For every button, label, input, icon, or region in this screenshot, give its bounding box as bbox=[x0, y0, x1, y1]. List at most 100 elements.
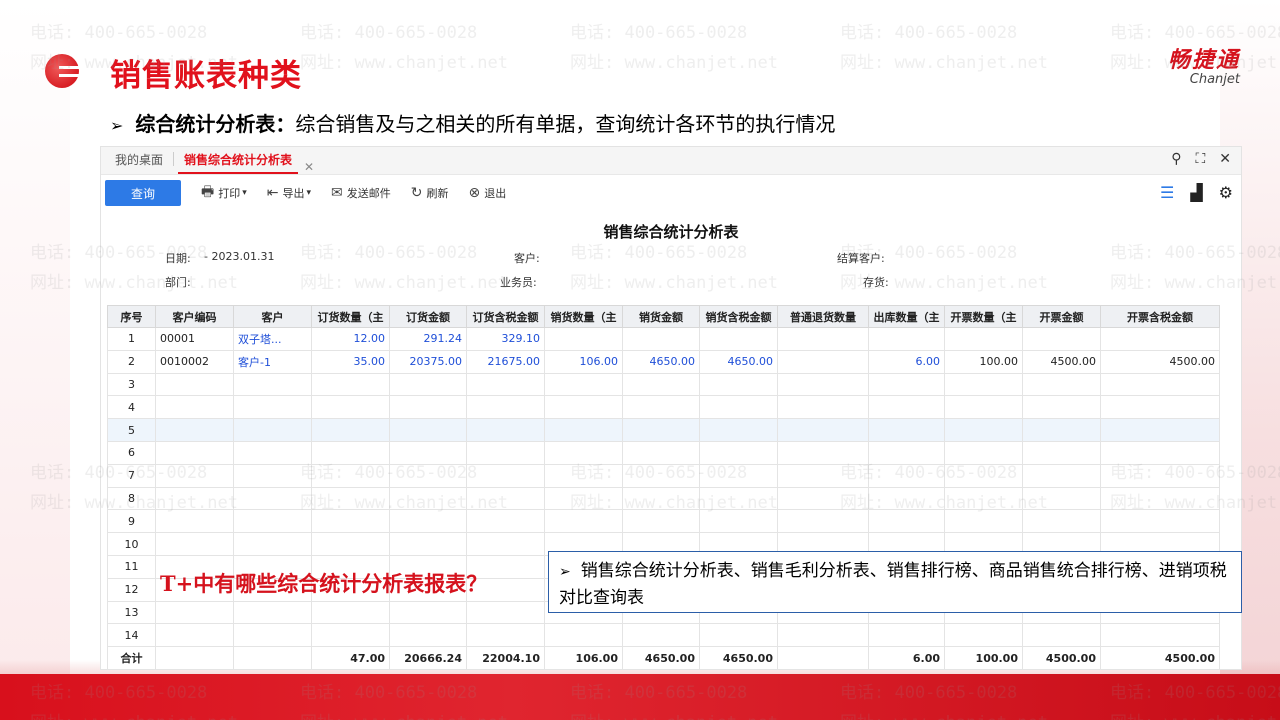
table-cell bbox=[1022, 395, 1101, 420]
chevron-down-icon: ▾ bbox=[306, 188, 312, 198]
print-button[interactable]: 🖶 打印 ▾ bbox=[201, 181, 247, 205]
table-cell bbox=[944, 395, 1023, 420]
query-button[interactable]: 查询 bbox=[105, 180, 181, 206]
table-row[interactable]: 5 bbox=[107, 418, 1220, 442]
tab-sales-analysis[interactable]: 销售综合统计分析表 bbox=[178, 151, 299, 174]
column-header[interactable]: 客户 bbox=[233, 305, 312, 328]
table-cell bbox=[699, 395, 778, 420]
table-cell: 6.00 bbox=[868, 349, 945, 374]
table-cell bbox=[944, 463, 1023, 488]
column-header[interactable]: 开票数量（主 bbox=[944, 305, 1023, 328]
total-cell bbox=[155, 646, 234, 670]
chart-view-icon[interactable]: ▟ bbox=[1190, 183, 1202, 202]
table-row[interactable]: 14 bbox=[107, 623, 1220, 648]
table-cell bbox=[233, 600, 312, 625]
table-cell bbox=[868, 372, 945, 397]
column-header[interactable]: 订货含税金额 bbox=[466, 305, 545, 328]
stock-label: 存货: bbox=[863, 276, 889, 289]
column-header[interactable]: 普通退货数量 bbox=[777, 305, 869, 328]
report-title: 销售综合统计分析表 bbox=[603, 223, 739, 241]
close-icon[interactable]: ✕ bbox=[1219, 151, 1231, 167]
exit-button[interactable]: ⊗ 退出 bbox=[468, 185, 506, 201]
table-cell bbox=[944, 327, 1023, 351]
refresh-button[interactable]: ↻ 刷新 bbox=[411, 185, 449, 201]
column-header[interactable]: 销货金额 bbox=[622, 305, 700, 328]
report-table: 序号 客户编码 客户 订货数量（主 订货金额 订货含税金额 销货数量（主 销货金额 销货含税金额… bbox=[107, 305, 1220, 670]
dept-label: 部门: bbox=[165, 276, 191, 289]
column-header[interactable]: 销货数量（主 bbox=[544, 305, 623, 328]
table-cell bbox=[944, 509, 1023, 534]
settings-gear-icon[interactable]: ⚙ bbox=[1219, 183, 1233, 202]
table-cell bbox=[622, 623, 700, 648]
subtitle-bold: 综合统计分析表： bbox=[135, 112, 296, 136]
column-header[interactable]: 开票含税金额 bbox=[1100, 305, 1220, 328]
table-cell bbox=[311, 372, 390, 397]
table-cell bbox=[233, 509, 312, 534]
maximize-icon[interactable]: ⛶ bbox=[1195, 151, 1205, 167]
table-cell: 21675.00 bbox=[466, 349, 545, 374]
table-cell bbox=[622, 327, 700, 351]
list-view-icon[interactable]: ☰ bbox=[1160, 183, 1174, 202]
salesman-label: 业务员: bbox=[500, 276, 537, 289]
table-cell bbox=[311, 486, 390, 511]
total-cell: 4500.00 bbox=[1022, 646, 1101, 670]
table-cell bbox=[1022, 372, 1101, 397]
table-cell bbox=[777, 372, 869, 397]
search-icon[interactable]: ⚲ bbox=[1171, 151, 1181, 167]
table-cell bbox=[155, 623, 234, 648]
export-button[interactable]: ⇤ 导出 ▾ bbox=[267, 185, 311, 201]
report-filters: 日期: - 2023.01.31 部门: 客户: 业务员: 结算客户: 存货: bbox=[101, 250, 1241, 298]
table-cell bbox=[233, 486, 312, 511]
table-cell bbox=[777, 463, 869, 488]
table-row[interactable]: 4 bbox=[107, 395, 1220, 420]
table-cell bbox=[311, 623, 390, 648]
total-cell: 4500.00 bbox=[1100, 646, 1220, 670]
table-row[interactable]: 8 bbox=[107, 486, 1220, 511]
table-row[interactable]: 1 00001 双子塔... 12.00 291.24 329.10 bbox=[107, 327, 1220, 351]
table-cell bbox=[311, 600, 390, 625]
column-header[interactable]: 出库数量（主 bbox=[868, 305, 945, 328]
table-cell: 2 bbox=[107, 349, 156, 374]
column-header[interactable]: 客户编码 bbox=[155, 305, 234, 328]
column-header[interactable]: 订货数量（主 bbox=[311, 305, 390, 328]
table-cell bbox=[868, 327, 945, 351]
close-tab-icon[interactable]: ✕ bbox=[304, 160, 314, 174]
table-cell: 4500.00 bbox=[1100, 349, 1220, 374]
table-cell bbox=[544, 623, 623, 648]
table-row[interactable]: 7 bbox=[107, 463, 1220, 488]
table-cell bbox=[699, 486, 778, 511]
tab-my-desktop[interactable]: 我的桌面 bbox=[109, 151, 169, 174]
brand-name-en: Chanjet bbox=[1189, 72, 1240, 87]
table-cell bbox=[466, 395, 545, 420]
background-left-band bbox=[0, 0, 70, 720]
table-cell bbox=[466, 418, 545, 442]
subtitle: ➢ 综合统计分析表：综合销售及与之相关的所有单据，查询统计各环节的执行情况 bbox=[110, 108, 835, 137]
table-cell: 客户-1 bbox=[233, 349, 312, 374]
table-row[interactable]: 9 bbox=[107, 509, 1220, 534]
table-cell bbox=[1022, 623, 1101, 648]
table-cell bbox=[1100, 395, 1220, 420]
table-cell bbox=[544, 509, 623, 534]
table-cell bbox=[311, 509, 390, 534]
send-email-button[interactable]: ✉ 发送邮件 bbox=[331, 185, 391, 201]
table-cell: 14 bbox=[107, 623, 156, 648]
table-cell bbox=[389, 395, 467, 420]
watermark-phone: 电话: 400-665-0028 bbox=[840, 23, 1018, 43]
table-row[interactable]: 3 bbox=[107, 372, 1220, 397]
table-cell: 1 bbox=[107, 327, 156, 351]
column-header[interactable]: 开票金额 bbox=[1022, 305, 1101, 328]
table-cell bbox=[155, 372, 234, 397]
table-cell bbox=[155, 440, 234, 465]
table-cell bbox=[944, 623, 1023, 648]
column-header[interactable]: 序号 bbox=[107, 305, 156, 328]
table-cell bbox=[1100, 418, 1220, 442]
column-header[interactable]: 订货金额 bbox=[389, 305, 467, 328]
table-cell bbox=[777, 395, 869, 420]
table-cell bbox=[622, 395, 700, 420]
table-row[interactable]: 6 bbox=[107, 440, 1220, 465]
table-cell bbox=[389, 623, 467, 648]
table-row[interactable]: 2 0010002 客户-1 35.00 20375.00 21675.00 106.00 4… bbox=[107, 349, 1220, 374]
settle-customer-label: 结算客户: bbox=[837, 252, 885, 265]
tab-label: 销售综合统计分析表 bbox=[184, 153, 293, 167]
column-header[interactable]: 销货含税金额 bbox=[699, 305, 778, 328]
